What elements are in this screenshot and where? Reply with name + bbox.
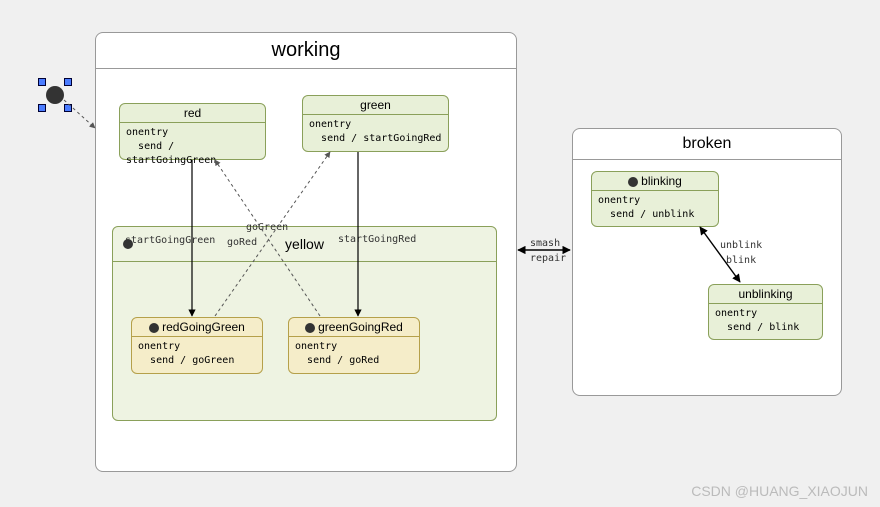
action-line: send / unblink: [598, 208, 712, 222]
entry-label: onentry: [126, 126, 259, 140]
state-yellow[interactable]: yellow redGoingGreen onentry send / goGr…: [112, 226, 497, 421]
state-working[interactable]: working red onentry send / startGoingGre…: [95, 32, 517, 472]
action-line: send / startGoingGreen: [126, 140, 259, 168]
selection-handle[interactable]: [64, 104, 72, 112]
state-greenGoingRed[interactable]: greenGoingRed onentry send / goRed: [288, 317, 420, 374]
label-startGoingRed: startGoingRed: [338, 234, 416, 245]
state-header: redGoingGreen: [132, 318, 262, 337]
label-repair: repair: [530, 253, 566, 264]
state-title: broken: [573, 129, 841, 160]
state-blinking[interactable]: blinking onentry send / unblink: [591, 171, 719, 227]
state-broken[interactable]: broken blinking onentry send / unblink u…: [572, 128, 842, 396]
state-body: onentry send / goRed: [289, 337, 419, 371]
label-unblink: unblink: [720, 240, 762, 251]
selection-handle[interactable]: [38, 104, 46, 112]
watermark: CSDN @HUANG_XIAOJUN: [691, 483, 868, 499]
state-header: unblinking: [709, 285, 822, 304]
state-body: onentry send / unblink: [592, 191, 718, 225]
state-header: greenGoingRed: [289, 318, 419, 337]
state-header: red: [120, 104, 265, 123]
entry-label: onentry: [138, 340, 256, 354]
action-line: send / goRed: [295, 354, 413, 368]
action-line: send / goGreen: [138, 354, 256, 368]
state-body: onentry send / goGreen: [132, 337, 262, 371]
action-line: send / blink: [715, 321, 816, 335]
state-body: onentry send / startGoingRed: [303, 115, 448, 149]
action-line: send / startGoingRed: [309, 132, 442, 146]
initial-node-external[interactable]: [46, 86, 64, 104]
entry-label: onentry: [309, 118, 442, 132]
state-unblinking[interactable]: unblinking onentry send / blink: [708, 284, 823, 340]
diagram-canvas: working red onentry send / startGoingGre…: [0, 0, 880, 507]
label-goRed: goRed: [227, 237, 257, 248]
state-green[interactable]: green onentry send / startGoingRed: [302, 95, 449, 152]
state-red[interactable]: red onentry send / startGoingGreen: [119, 103, 266, 160]
state-title: working: [96, 33, 516, 69]
state-header: blinking: [592, 172, 718, 191]
entry-label: onentry: [598, 194, 712, 208]
label-goGreen: goGreen: [246, 222, 288, 233]
label-startGoingGreen: startGoingGreen: [125, 235, 215, 246]
label-smash: smash: [530, 238, 560, 249]
entry-label: onentry: [715, 307, 816, 321]
selection-handle[interactable]: [64, 78, 72, 86]
selection-handle[interactable]: [38, 78, 46, 86]
state-body: onentry send / startGoingGreen: [120, 123, 265, 171]
state-body: onentry send / blink: [709, 304, 822, 338]
state-redGoingGreen[interactable]: redGoingGreen onentry send / goGreen: [131, 317, 263, 374]
state-header: green: [303, 96, 448, 115]
label-blink: blink: [726, 255, 756, 266]
entry-label: onentry: [295, 340, 413, 354]
